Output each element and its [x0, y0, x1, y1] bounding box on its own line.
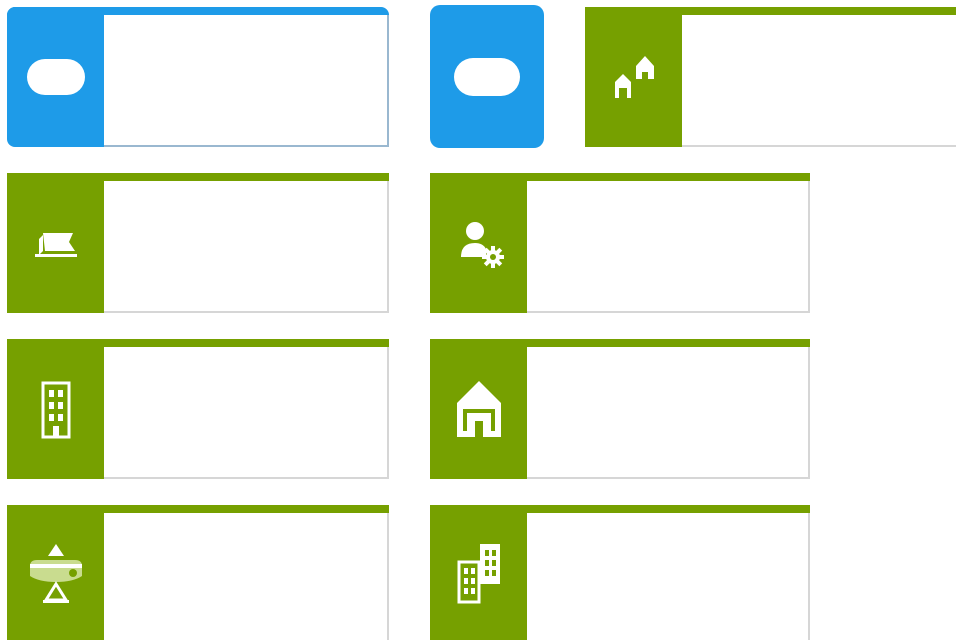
land-parcel-icon — [34, 233, 77, 257]
tile-content-area — [527, 347, 810, 479]
tile-user-settings[interactable] — [430, 173, 810, 313]
tile-icon-panel — [7, 339, 104, 479]
tile-land[interactable] — [7, 173, 389, 313]
tile-content-area — [104, 513, 389, 640]
tile-content-area — [104, 181, 389, 313]
tile-content-area — [527, 513, 810, 640]
city-buildings-icon — [457, 543, 500, 603]
tile-icon-panel — [430, 339, 527, 479]
tile-icon-panel — [7, 7, 104, 147]
user-gear-icon — [460, 222, 504, 268]
building-icon — [41, 381, 70, 439]
tile-city[interactable] — [430, 505, 810, 640]
tile-blue-toggle[interactable] — [7, 7, 389, 147]
tile-neighborhood[interactable] — [585, 7, 956, 147]
tile-content-area — [104, 15, 389, 147]
tile-building[interactable] — [7, 339, 389, 479]
tile-house[interactable] — [430, 339, 810, 479]
tile-content-area — [104, 347, 389, 479]
houses-icon — [614, 56, 654, 98]
tile-icon-panel — [585, 7, 682, 147]
pill-icon — [26, 59, 85, 95]
terrain-icon — [29, 543, 82, 603]
house-icon — [456, 381, 501, 437]
tile-icon-panel — [430, 173, 527, 313]
tile-icon-panel — [7, 173, 104, 313]
tile-landscape[interactable] — [7, 505, 389, 640]
tile-icon-panel — [7, 505, 104, 640]
tile-icon-panel — [430, 505, 527, 640]
tile-content-area — [682, 15, 956, 147]
tile-blue-button[interactable] — [430, 5, 544, 148]
pill-icon — [454, 57, 520, 96]
tile-content-area — [527, 181, 810, 313]
